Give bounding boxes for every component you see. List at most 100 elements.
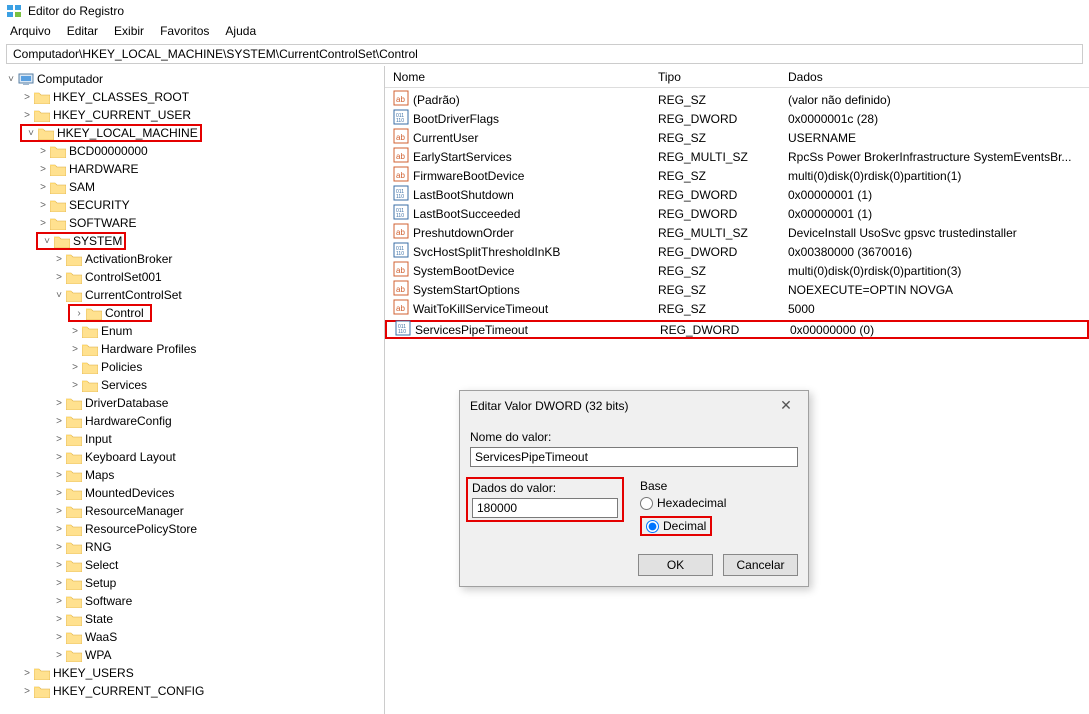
registry-value-row[interactable]: ab(Padrão)REG_SZ(valor não definido)	[385, 90, 1089, 109]
tree-item[interactable]: >DriverDatabase	[0, 394, 384, 412]
tree-item[interactable]: >BCD00000000	[0, 142, 384, 160]
registry-value-row[interactable]: abCurrentUserREG_SZUSERNAME	[385, 128, 1089, 147]
tree-item[interactable]: >ControlSet001	[0, 268, 384, 286]
expand-icon[interactable]: >	[52, 434, 66, 445]
tree-item[interactable]: >Hardware Profiles	[0, 340, 384, 358]
expand-icon[interactable]: >	[68, 326, 82, 337]
expand-icon[interactable]: >	[52, 614, 66, 625]
tree-panel[interactable]: ˅Computador>HKEY_CLASSES_ROOT>HKEY_CURRE…	[0, 66, 385, 714]
expand-icon[interactable]: >	[52, 632, 66, 643]
col-header-data[interactable]: Dados	[780, 70, 1089, 84]
tree-item[interactable]: >ResourcePolicyStore	[0, 520, 384, 538]
radio-dec-row[interactable]: Decimal	[646, 519, 706, 533]
expand-icon[interactable]: >	[52, 596, 66, 607]
expand-icon[interactable]: >	[52, 524, 66, 535]
tree-ccs[interactable]: ˅CurrentControlSet	[0, 286, 384, 304]
expand-icon[interactable]: ˅	[40, 236, 54, 247]
cancel-button[interactable]: Cancelar	[723, 554, 798, 576]
radio-hex[interactable]	[640, 497, 653, 510]
expand-icon[interactable]: >	[36, 146, 50, 157]
tree-root[interactable]: ˅Computador	[0, 70, 384, 88]
expand-icon[interactable]: >	[52, 254, 66, 265]
expand-icon[interactable]: >	[52, 416, 66, 427]
expand-icon[interactable]: >	[52, 398, 66, 409]
tree-item[interactable]: >Input	[0, 430, 384, 448]
menu-help[interactable]: Ajuda	[225, 24, 256, 40]
expand-icon[interactable]: >	[36, 182, 50, 193]
close-icon[interactable]: ✕	[774, 397, 798, 414]
registry-value-row[interactable]: 011110BootDriverFlagsREG_DWORD0x0000001c…	[385, 109, 1089, 128]
expand-icon[interactable]: >	[52, 650, 66, 661]
expand-icon[interactable]: >	[52, 578, 66, 589]
expand-icon[interactable]: >	[36, 200, 50, 211]
tree-item[interactable]: >WPA	[0, 646, 384, 664]
expand-icon[interactable]: ˅	[52, 290, 66, 301]
tree-item[interactable]: >Services	[0, 376, 384, 394]
tree-item[interactable]: >HARDWARE	[0, 160, 384, 178]
expand-icon[interactable]: >	[36, 164, 50, 175]
expand-icon[interactable]: >	[36, 218, 50, 229]
registry-value-row[interactable]: abWaitToKillServiceTimeoutREG_SZ5000	[385, 299, 1089, 318]
tree-item[interactable]: >SOFTWARE	[0, 214, 384, 232]
expand-icon[interactable]: >	[20, 686, 34, 697]
ok-button[interactable]: OK	[638, 554, 713, 576]
tree-item[interactable]: >ResourceManager	[0, 502, 384, 520]
tree-item[interactable]: >Keyboard Layout	[0, 448, 384, 466]
expand-icon[interactable]: ˅	[4, 74, 18, 85]
tree-item[interactable]: >Maps	[0, 466, 384, 484]
registry-value-row[interactable]: abSystemBootDeviceREG_SZmulti(0)disk(0)r…	[385, 261, 1089, 280]
expand-icon[interactable]: >	[52, 452, 66, 463]
expand-icon[interactable]: >	[20, 668, 34, 679]
registry-value-row[interactable]: abPreshutdownOrderREG_MULTI_SZDeviceInst…	[385, 223, 1089, 242]
expand-icon[interactable]: >	[52, 488, 66, 499]
registry-value-row[interactable]: abEarlyStartServicesREG_MULTI_SZRpcSs Po…	[385, 147, 1089, 166]
value-name-field[interactable]	[470, 447, 798, 467]
tree-item[interactable]: >Enum	[0, 322, 384, 340]
menu-favorites[interactable]: Favoritos	[160, 24, 209, 40]
tree-item[interactable]: >Select	[0, 556, 384, 574]
tree-control[interactable]: ›Control	[0, 304, 384, 322]
registry-value-row[interactable]: 011110SvcHostSplitThresholdInKBREG_DWORD…	[385, 242, 1089, 261]
expand-icon[interactable]: >	[52, 470, 66, 481]
menu-edit[interactable]: Editar	[67, 24, 98, 40]
expand-icon[interactable]: >	[52, 506, 66, 517]
tree-hkcu[interactable]: >HKEY_CURRENT_USER	[0, 106, 384, 124]
registry-value-row[interactable]: 011110ServicesPipeTimeoutREG_DWORD0x0000…	[385, 320, 1089, 339]
tree-item[interactable]: >RNG	[0, 538, 384, 556]
tree-item[interactable]: >Software	[0, 592, 384, 610]
radio-dec[interactable]	[646, 520, 659, 533]
tree-system[interactable]: ˅SYSTEM	[0, 232, 384, 250]
registry-value-row[interactable]: 011110LastBootSucceededREG_DWORD0x000000…	[385, 204, 1089, 223]
value-data-field[interactable]	[472, 498, 618, 518]
expand-icon[interactable]: >	[52, 272, 66, 283]
expand-icon[interactable]: >	[20, 92, 34, 103]
tree-hkcc[interactable]: >HKEY_CURRENT_CONFIG	[0, 682, 384, 700]
tree-item[interactable]: >Policies	[0, 358, 384, 376]
address-bar[interactable]: Computador\HKEY_LOCAL_MACHINE\SYSTEM\Cur…	[6, 44, 1083, 64]
expand-icon[interactable]: >	[20, 110, 34, 121]
tree-item[interactable]: >ActivationBroker	[0, 250, 384, 268]
menu-view[interactable]: Exibir	[114, 24, 144, 40]
registry-value-row[interactable]: 011110LastBootShutdownREG_DWORD0x0000000…	[385, 185, 1089, 204]
registry-value-row[interactable]: abSystemStartOptionsREG_SZ NOEXECUTE=OPT…	[385, 280, 1089, 299]
expand-icon[interactable]: >	[68, 344, 82, 355]
expand-icon[interactable]: >	[52, 560, 66, 571]
expand-icon[interactable]: >	[52, 542, 66, 553]
tree-item[interactable]: >SAM	[0, 178, 384, 196]
expand-icon[interactable]: ˅	[24, 128, 38, 139]
tree-hkcr[interactable]: >HKEY_CLASSES_ROOT	[0, 88, 384, 106]
tree-item[interactable]: >WaaS	[0, 628, 384, 646]
registry-value-row[interactable]: abFirmwareBootDeviceREG_SZmulti(0)disk(0…	[385, 166, 1089, 185]
expand-icon[interactable]: >	[68, 380, 82, 391]
expand-icon[interactable]: ›	[72, 308, 86, 319]
col-header-name[interactable]: Nome	[385, 70, 650, 84]
tree-item[interactable]: >State	[0, 610, 384, 628]
menu-file[interactable]: Arquivo	[10, 24, 51, 40]
tree-hku[interactable]: >HKEY_USERS	[0, 664, 384, 682]
radio-hex-row[interactable]: Hexadecimal	[640, 496, 798, 510]
tree-item[interactable]: >SECURITY	[0, 196, 384, 214]
tree-item[interactable]: >HardwareConfig	[0, 412, 384, 430]
expand-icon[interactable]: >	[68, 362, 82, 373]
tree-hklm[interactable]: ˅HKEY_LOCAL_MACHINE	[0, 124, 384, 142]
tree-item[interactable]: >Setup	[0, 574, 384, 592]
